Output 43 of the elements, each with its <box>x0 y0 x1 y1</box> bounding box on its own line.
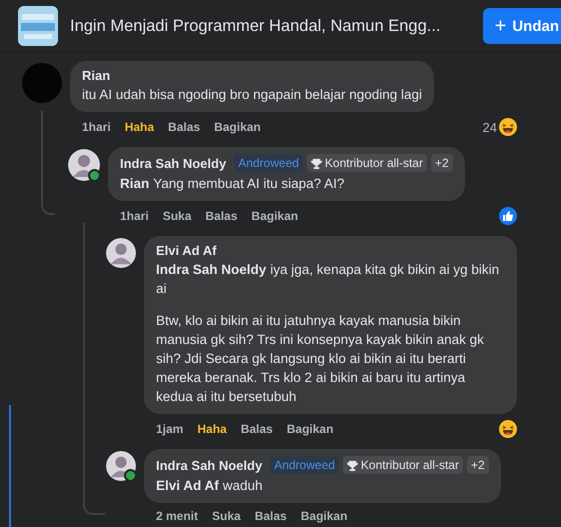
avatar[interactable] <box>106 238 136 268</box>
reply-link[interactable]: Balas <box>168 120 200 134</box>
reaction-link[interactable]: Suka <box>212 509 241 523</box>
award-badge[interactable]: Kontributor all-star <box>342 456 463 474</box>
comment-time[interactable]: 2 menit <box>156 509 198 523</box>
reaction-link[interactable]: Haha <box>124 120 154 134</box>
reply-link[interactable]: Balas <box>205 209 238 223</box>
reaction-link[interactable]: Suka <box>162 209 192 223</box>
laughing-emoji-icon[interactable] <box>499 420 517 438</box>
share-link[interactable]: Bagikan <box>286 422 334 436</box>
share-link[interactable]: Bagikan <box>251 209 298 223</box>
trophy-icon <box>310 158 322 168</box>
trophy-icon <box>346 460 358 470</box>
comment-text: Rian Yang membuat AI itu siapa? AI? <box>120 175 346 193</box>
author-name[interactable]: Indra Sah Noeldy <box>120 156 226 170</box>
comment-time[interactable]: 1jam <box>156 422 184 436</box>
laughing-emoji-icon[interactable] <box>499 118 517 136</box>
online-dot <box>124 469 137 482</box>
reply-link[interactable]: Balas <box>240 422 273 436</box>
group-badge[interactable]: Androweed <box>234 154 303 172</box>
group-title[interactable]: Ingin Menjadi Programmer Handal, Namun Engg... <box>70 16 471 36</box>
share-link[interactable]: Bagikan <box>300 509 348 523</box>
more-badges[interactable]: +2 <box>466 456 489 474</box>
comment-text: itu AI udah bisa ngoding bro ngapain belajar ngoding lagi <box>82 86 422 104</box>
reply-link[interactable]: Balas <box>254 509 287 523</box>
reaction-link[interactable]: Haha <box>197 422 227 436</box>
author-name[interactable]: Indra Sah Noeldy <box>156 458 262 472</box>
group-badge[interactable]: Androweed <box>270 456 339 474</box>
more-badges[interactable]: +2 <box>430 154 453 172</box>
share-link[interactable]: Bagikan <box>214 120 261 134</box>
thumbs-up-icon[interactable] <box>499 207 517 225</box>
comment-text: Indra Sah Noeldy iya jga, kenapa kita gk bikin ai yg bikin ai <box>156 261 500 298</box>
author-name[interactable]: Rian <box>82 68 110 83</box>
comment-text: Elvi Ad Af waduh <box>156 477 264 495</box>
group-logo <box>18 6 58 46</box>
award-badge[interactable]: Kontributor all-star <box>306 154 427 172</box>
comment-time[interactable]: 1hari <box>120 209 149 223</box>
author-name[interactable]: Elvi Ad Af <box>156 243 216 258</box>
comment-time[interactable]: 1hari <box>82 120 111 134</box>
online-dot <box>88 169 101 182</box>
invite-button[interactable]: + Undan <box>482 8 561 44</box>
comment-text: Btw, klo ai bikin ai itu jatuhnya kayak manusia bikin manusia gk sih? Trs ini konsepnya kayak bikin anak gk sih? Jdi Secara gk langsung klo ai bikin ai itu berarti mereka beranak. Trs klo 2 ai bikin ai baru itu artinya kedua ai itu bersetubuh <box>156 312 485 406</box>
reaction-count[interactable]: 24 <box>482 120 497 134</box>
